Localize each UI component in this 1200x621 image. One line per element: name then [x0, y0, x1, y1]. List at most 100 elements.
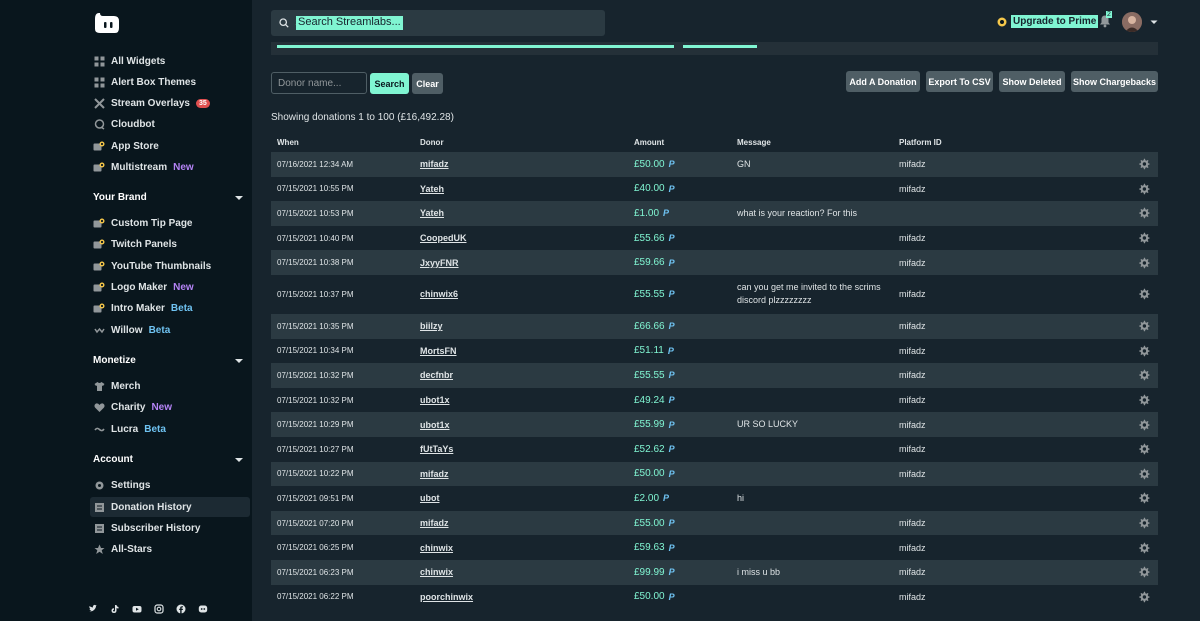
gear-icon[interactable] — [1138, 492, 1150, 504]
sidebar-item-multistream[interactable]: Multistream New — [90, 157, 250, 177]
donor-name-input[interactable] — [271, 72, 367, 94]
search-button[interactable]: Search — [370, 73, 409, 94]
sidebar-item-lucra[interactable]: Lucra Beta — [90, 419, 250, 439]
sidebar-item-subscriber-history[interactable]: Subscriber History — [90, 518, 250, 538]
platform-id: mifadz — [899, 542, 926, 553]
donor-link[interactable]: CoopedUK — [420, 233, 634, 243]
section-your-brand[interactable]: Your Brand — [93, 192, 243, 203]
donor-link[interactable]: fUtTaYs — [420, 444, 634, 454]
gear-icon[interactable] — [1138, 288, 1150, 300]
twitter-icon[interactable] — [88, 604, 98, 614]
sidebar-item-twitch-panels[interactable]: Twitch Panels — [90, 234, 250, 254]
sidebar-item-custom-tip-page[interactable]: Custom Tip Page — [90, 213, 250, 233]
donor-link[interactable]: chinwix — [420, 543, 634, 553]
gear-icon[interactable] — [1138, 394, 1150, 406]
donor-link[interactable]: Yateh — [420, 184, 634, 194]
amount-value: £55.55 — [634, 369, 665, 381]
gear-icon[interactable] — [1138, 591, 1150, 603]
gear-icon[interactable] — [1138, 207, 1150, 219]
donor-link[interactable]: poorchinwix — [420, 592, 634, 602]
gear-icon[interactable] — [1138, 443, 1150, 455]
gear-icon[interactable] — [1138, 419, 1150, 431]
gear-icon[interactable] — [1138, 369, 1150, 381]
donor-link[interactable]: mifadz — [420, 518, 634, 528]
header-when[interactable]: When — [271, 138, 420, 147]
sidebar-item-willow[interactable]: Willow Beta — [90, 320, 250, 340]
section-monetize[interactable]: Monetize — [93, 355, 243, 366]
export-csv-button[interactable]: Export To CSV — [926, 71, 993, 92]
tiktok-icon[interactable] — [110, 604, 120, 614]
donor-link[interactable]: ubot1x — [420, 420, 634, 430]
sidebar-item-donation-history[interactable]: Donation History — [90, 497, 250, 517]
sidebar-item-merch[interactable]: Merch — [90, 376, 250, 396]
donor-link[interactable]: chinwix6 — [420, 289, 634, 299]
sidebar-item-intro-maker[interactable]: Intro Maker Beta — [90, 298, 250, 318]
header-message[interactable]: Message — [737, 138, 899, 147]
gear-icon[interactable] — [1138, 320, 1150, 332]
donor-link[interactable]: biilzy — [420, 321, 634, 331]
donor-link[interactable]: mifadz — [420, 159, 634, 169]
donor-link[interactable]: decfnbr — [420, 370, 634, 380]
donation-amount: £49.24 P — [634, 395, 737, 406]
gear-icon[interactable] — [1138, 345, 1150, 357]
donor-link[interactable]: MortsFN — [420, 346, 634, 356]
paypal-icon: P — [668, 159, 675, 170]
header-donor[interactable]: Donor — [420, 138, 634, 147]
donation-date: 07/15/2021 09:51 PM — [277, 493, 354, 503]
donor-link[interactable]: mifadz — [420, 469, 634, 479]
sidebar-item-all-widgets[interactable]: All Widgets — [90, 51, 250, 71]
sidebar-item-settings[interactable]: Settings — [90, 475, 250, 495]
donor-link[interactable]: JxyyFNR — [420, 258, 634, 268]
section-account[interactable]: Account — [93, 454, 243, 465]
app-icon — [93, 140, 105, 152]
youtube-icon[interactable] — [132, 604, 142, 614]
amount-value: £52.62 — [634, 443, 665, 455]
gear-icon[interactable] — [1138, 183, 1150, 195]
discord-icon[interactable] — [198, 604, 208, 614]
header-platform[interactable]: Platform ID — [899, 138, 1129, 147]
facebook-icon[interactable] — [176, 604, 186, 614]
avatar[interactable] — [1122, 12, 1142, 32]
gear-icon[interactable] — [1138, 468, 1150, 480]
gear-icon[interactable] — [1138, 158, 1150, 170]
sidebar-item-charity[interactable]: Charity New — [90, 397, 250, 417]
paypal-icon: P — [668, 370, 675, 381]
sidebar-item-alert-box-themes[interactable]: Alert Box Themes — [90, 72, 250, 92]
donor-link[interactable]: ubot1x — [420, 395, 634, 405]
sidebar-item-all-stars[interactable]: All-Stars — [90, 539, 250, 559]
gear-icon[interactable] — [1138, 566, 1150, 578]
shirt-icon — [93, 380, 105, 392]
chevron-down-icon[interactable] — [235, 195, 243, 200]
donor-link[interactable]: Yateh — [420, 208, 634, 218]
donor-link[interactable]: chinwix — [420, 567, 634, 577]
show-chargebacks-button[interactable]: Show Chargebacks — [1071, 71, 1158, 92]
star-icon — [93, 543, 105, 555]
gear-icon — [93, 479, 105, 491]
chevron-down-icon[interactable] — [235, 457, 243, 462]
add-donation-button[interactable]: Add A Donation — [846, 71, 920, 92]
gear-icon[interactable] — [1138, 232, 1150, 244]
paypal-icon: P — [668, 468, 675, 479]
donation-message: what is your reaction? For this — [737, 207, 858, 218]
chevron-down-icon[interactable] — [1150, 20, 1158, 25]
sidebar-item-cloudbot[interactable]: Cloudbot — [90, 114, 250, 134]
instagram-icon[interactable] — [154, 604, 164, 614]
show-deleted-button[interactable]: Show Deleted — [999, 71, 1065, 92]
sidebar-item-label: All Widgets — [111, 55, 166, 67]
paypal-icon: P — [668, 289, 675, 300]
sidebar-item-logo-maker[interactable]: Logo Maker New — [90, 277, 250, 297]
chevron-down-icon[interactable] — [235, 358, 243, 363]
sidebar-item-stream-overlays[interactable]: Stream Overlays 35 — [90, 93, 250, 113]
gear-icon[interactable] — [1138, 257, 1150, 269]
gear-icon[interactable] — [1138, 542, 1150, 554]
sidebar: All Widgets Alert Box Themes Stream Overla… — [0, 0, 252, 621]
header-amount[interactable]: Amount — [634, 138, 737, 147]
donor-link[interactable]: ubot — [420, 493, 634, 503]
upgrade-prime-link[interactable]: Upgrade to Prime — [997, 15, 1099, 28]
clear-button[interactable]: Clear — [412, 73, 443, 94]
gear-icon[interactable] — [1138, 517, 1150, 529]
amount-value: £51.11 — [634, 345, 664, 357]
sidebar-item-youtube-thumbnails[interactable]: YouTube Thumbnails — [90, 256, 250, 276]
sidebar-item-app-store[interactable]: App Store — [90, 136, 250, 156]
streamlabs-logo-icon[interactable] — [93, 9, 121, 35]
